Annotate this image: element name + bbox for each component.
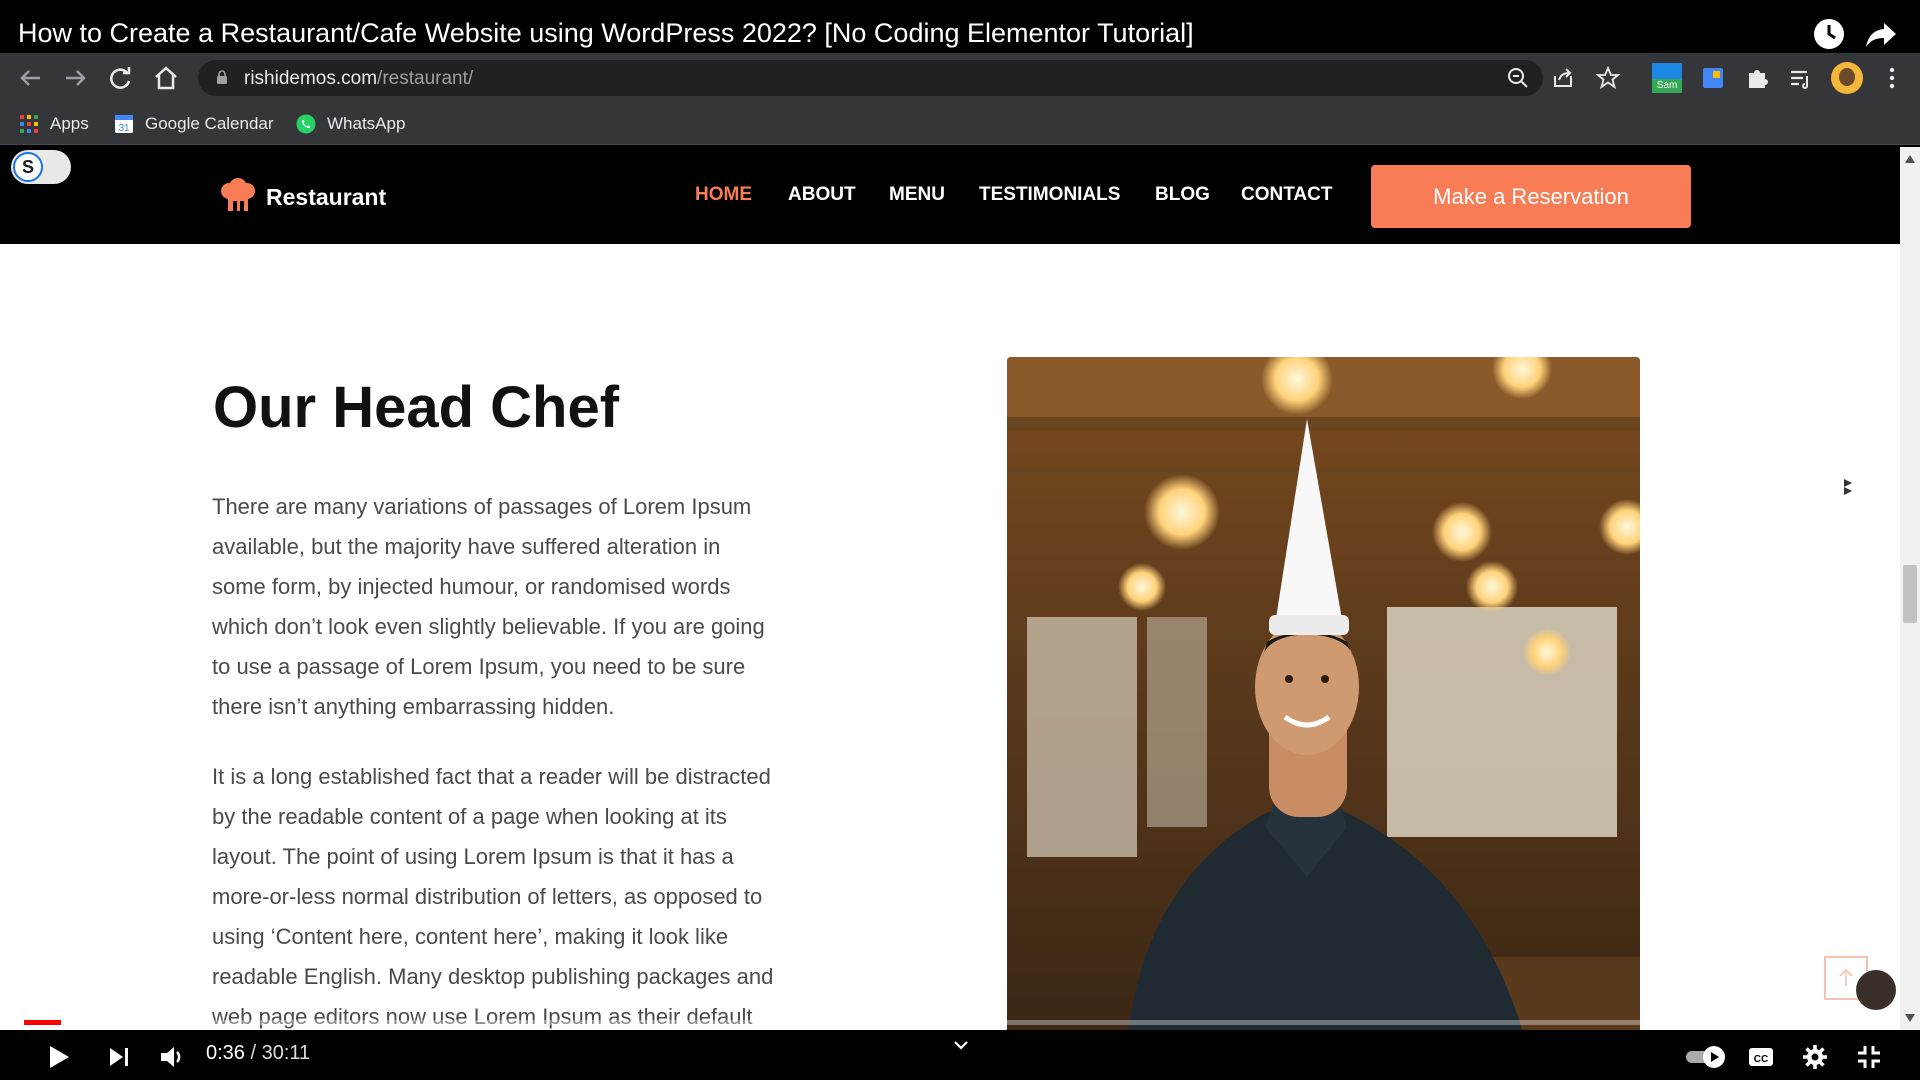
time-display: 0:36 / 30:11 (206, 1042, 310, 1065)
paragraph-line: using ‘Content here, content here’, maki… (212, 924, 729, 949)
lock-icon[interactable] (216, 70, 228, 84)
volume-icon[interactable] (157, 1042, 187, 1072)
whatsapp-icon (296, 114, 316, 134)
share-page-icon[interactable] (1549, 64, 1577, 92)
extensions-puzzle-icon[interactable] (1741, 62, 1773, 94)
web-page: Restaurant HOME ABOUT MENU TESTIMONIALS … (0, 147, 1900, 1030)
channel-avatar[interactable] (1856, 970, 1896, 1010)
bookmark-label: WhatsApp (327, 114, 406, 133)
extension-badge: Sam (1652, 79, 1682, 93)
paragraph-line: available, but the majority have suffere… (212, 534, 721, 559)
paragraph-line: It is a long established fact that a rea… (212, 764, 771, 789)
chef-portrait-photo (1007, 357, 1640, 1030)
nav-blog[interactable]: BLOG (1155, 184, 1210, 206)
paragraph-line: which don’t look even slightly believabl… (212, 614, 765, 639)
site-header: Restaurant HOME ABOUT MENU TESTIMONIALS … (0, 147, 1900, 244)
bookmarks-bar: Apps 31 Google Calendar WhatsApp (0, 103, 1920, 145)
back-icon[interactable] (14, 62, 46, 94)
scroll-thumb[interactable] (1903, 565, 1917, 623)
chef-hat-logo-icon (221, 178, 255, 211)
nav-home[interactable]: HOME (695, 184, 752, 206)
paragraph-line: to use a passage of Lorem Ipsum, you nee… (212, 654, 746, 679)
svg-text:31: 31 (118, 123, 130, 134)
bookmark-google-calendar[interactable]: 31 Google Calendar (113, 111, 274, 137)
play-icon[interactable] (43, 1042, 73, 1072)
settings-gear-icon[interactable] (1800, 1042, 1830, 1072)
duration: 30:11 (261, 1042, 311, 1064)
url-text[interactable]: rishidemos.com/restaurant/ (244, 68, 473, 90)
reservation-button[interactable]: Make a Reservation (1371, 165, 1691, 228)
time-separator: / (244, 1042, 262, 1064)
paragraph-line: web page editors now use Lorem Ipsum as … (212, 1004, 753, 1029)
video-title-bar: How to Create a Restaurant/Cafe Website … (0, 0, 1920, 53)
bookmark-label: Google Calendar (145, 114, 274, 133)
svg-text:CC: CC (1754, 1054, 1768, 1065)
nav-menu[interactable]: MENU (889, 184, 945, 206)
video-title[interactable]: How to Create a Restaurant/Cafe Website … (18, 18, 1194, 49)
nav-about[interactable]: ABOUT (788, 184, 856, 206)
paragraph-line: readable English. Many desktop publishin… (212, 964, 774, 989)
extension-sam[interactable]: Sam (1650, 61, 1684, 95)
share-icon[interactable] (1864, 17, 1898, 51)
extension-blue-icon[interactable] (1697, 62, 1729, 94)
paragraph-line: by the readable content of a page when l… (212, 804, 727, 829)
bookmark-apps[interactable]: Apps (18, 111, 89, 137)
progress-track[interactable] (24, 1020, 1897, 1025)
reading-list-icon[interactable] (1785, 62, 1817, 94)
chevron-down-icon[interactable] (952, 1038, 970, 1052)
address-bar[interactable]: rishidemos.com/restaurant/ (198, 60, 1621, 96)
more-menu-icon[interactable] (1876, 62, 1908, 94)
page-scrollbar[interactable] (1900, 147, 1920, 1030)
player-controls: 0:36 / 30:11 CC (0, 1030, 1920, 1080)
current-time: 0:36 (206, 1042, 245, 1064)
exit-fullscreen-icon[interactable] (1854, 1042, 1884, 1072)
paragraph-2: It is a long established fact that a rea… (212, 757, 912, 1030)
reload-icon[interactable] (104, 62, 136, 94)
apps-grid-icon (20, 115, 38, 133)
zoom-icon[interactable] (1504, 64, 1532, 92)
section-heading: Our Head Chef (213, 375, 620, 440)
paragraph-1: There are many variations of passages of… (212, 487, 912, 727)
watch-later-icon[interactable] (1812, 17, 1846, 51)
paragraph-line: There are many variations of passages of… (212, 494, 752, 519)
autoplay-toggle-icon[interactable] (1684, 1042, 1730, 1072)
nav-contact[interactable]: CONTACT (1241, 184, 1332, 206)
captions-icon[interactable]: CC (1746, 1042, 1776, 1072)
extension-toggle[interactable]: S (11, 150, 71, 184)
next-icon[interactable] (104, 1042, 134, 1072)
home-icon[interactable] (150, 62, 182, 94)
paragraph-line: layout. The point of using Lorem Ipsum i… (212, 844, 734, 869)
progress-played (24, 1020, 62, 1025)
calendar-icon: 31 (115, 115, 133, 134)
paragraph-line: more-or-less normal distribution of lett… (212, 884, 763, 909)
forward-icon[interactable] (60, 62, 92, 94)
profile-avatar[interactable] (1831, 62, 1863, 94)
scroll-up-arrow-icon[interactable] (1905, 155, 1915, 163)
logo-text: Restaurant (266, 183, 387, 210)
paragraph-line: there isn’t anything embarrassing hidden… (212, 694, 615, 719)
site-logo[interactable]: Restaurant (218, 177, 386, 217)
extension-sam-icon (1652, 63, 1682, 79)
nav-testimonials[interactable]: TESTIMONIALS (979, 184, 1120, 206)
browser-toolbar: rishidemos.com/restaurant/ Sam (0, 53, 1920, 103)
paragraph-line: some form, by injected humour, or random… (212, 574, 731, 599)
bookmark-label: Apps (50, 114, 89, 133)
bookmark-whatsapp[interactable]: WhatsApp (295, 111, 405, 137)
mouse-cursor-icon (1844, 479, 1852, 495)
bookmark-star-icon[interactable] (1594, 64, 1622, 92)
scroll-down-arrow-icon[interactable] (1905, 1014, 1915, 1022)
extension-toggle-knob: S (13, 152, 43, 182)
